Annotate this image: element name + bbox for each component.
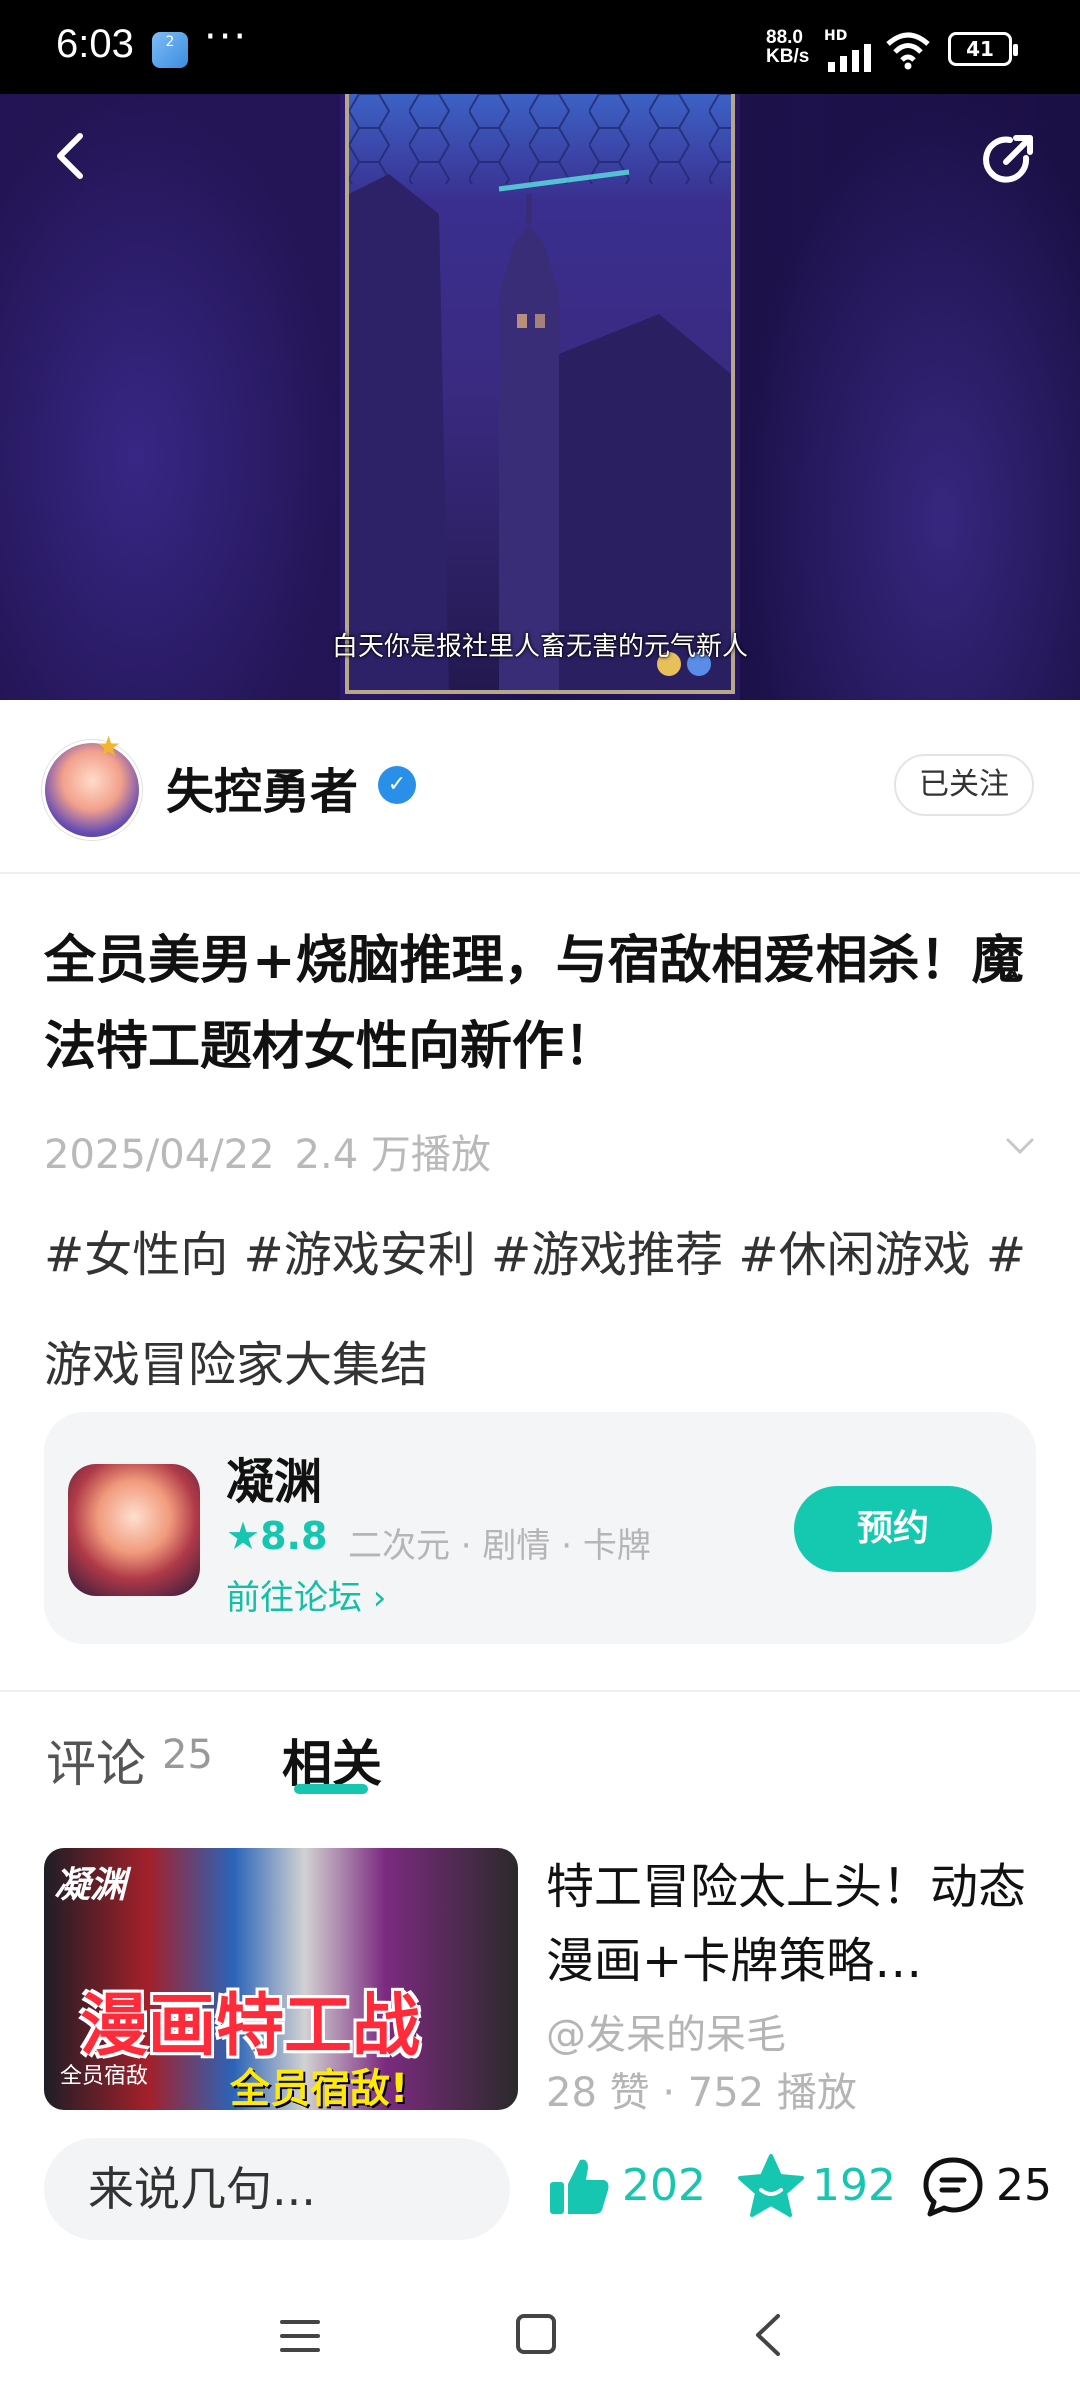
system-nav-bar [0,2280,1080,2400]
game-name: 凝渊 [226,1454,323,1510]
post-title: 全员美男+烧脑推理，与宿敌相爱相杀！魔法特工题材女性向新作！ [44,931,1024,1077]
author-avatar[interactable] [42,740,142,840]
author-name[interactable]: 失控勇者 [166,752,358,822]
wifi-icon [886,32,930,70]
thumb-tag: 全员宿敌! [230,2066,409,2110]
favorite-count: 192 [812,2160,896,2211]
game-rating: ★8.8 [226,1514,328,1558]
hd-indicator: HD [824,28,848,44]
section-divider [0,1690,1080,1692]
notification-app-icon: 2 [152,32,188,68]
author-row: ★ 失控勇者 ✓ 已关注 [0,700,1080,874]
post-tags[interactable]: #女性向 #游戏安利 #游戏推荐 #休闲游戏 #游戏冒险家大集结 [44,1200,1044,1420]
home-icon[interactable] [514,2312,558,2356]
video-player[interactable]: 白天你是报社里人畜无害的元气新人 [0,94,1080,700]
nav-back-icon[interactable] [750,2312,786,2358]
thumb-caption: 全员宿敌 [60,2064,149,2089]
network-speed-unit: KB/s [766,46,810,67]
game-genres: 二次元 · 剧情 · 卡牌 [348,1526,651,1566]
post-views: 2.4 万播放 [294,1132,491,1178]
crown-icon: ★ [96,730,122,763]
like-icon[interactable] [546,2154,612,2220]
follow-button[interactable]: 已关注 [894,754,1034,816]
like-count: 202 [622,2160,706,2211]
forum-link[interactable]: 前往论坛 › [226,1570,386,1619]
network-speed: 88.0 KB/s [766,28,809,66]
related-video-author[interactable]: @发呆的呆毛 [546,2002,786,2060]
video-blur-left [0,94,340,700]
tab-comments[interactable]: 评论 [46,1724,146,1796]
reserve-button[interactable]: 预约 [794,1486,992,1572]
comment-input[interactable]: 来说几句... [44,2138,510,2240]
signal-icon [828,44,871,72]
chevron-down-icon[interactable] [1000,1130,1040,1162]
game-icon[interactable] [68,1464,200,1596]
tab-comments-count: 25 [162,1732,213,1778]
video-frame [345,94,735,694]
game-card[interactable]: 凝渊 ★8.8 二次元 · 剧情 · 卡牌 前往论坛 › 预约 [44,1412,1036,1644]
back-icon[interactable] [44,128,100,184]
menu-icon[interactable] [280,2316,320,2356]
thumb-logo: 凝渊 [54,1865,127,1906]
video-scene [349,94,731,690]
related-video-title[interactable]: 特工冒险太上头！动态漫画+卡牌策略… [546,1850,1026,1998]
share-icon[interactable] [976,128,1040,192]
more-notifications-icon: ··· [204,14,249,60]
thumb-headline: 漫画特工战 [80,1987,421,2066]
video-subtitle: 白天你是报社里人畜无害的元气新人 [331,632,748,662]
battery-indicator: 41 [948,32,1018,66]
tab-active-indicator [294,1784,368,1794]
post-date: 2025/04/22 [44,1132,275,1178]
comment-count: 25 [996,2160,1052,2211]
status-bar: 6:03 2 ··· 88.0 KB/s HD 41 [0,0,1080,94]
network-speed-value: 88.0 [766,27,803,48]
bottom-action-bar: 来说几句... 202 192 25 [0,2110,1080,2280]
favorite-icon[interactable] [736,2152,806,2222]
comment-icon[interactable] [920,2154,986,2220]
related-video-thumbnail[interactable]: 凝渊 漫画特工战 全员宿敌 全员宿敌! [44,1848,518,2110]
verified-icon: ✓ [378,766,416,804]
post-meta: 2025/04/22 2.4 万播放 [44,1122,491,1180]
status-time: 6:03 [56,22,134,66]
